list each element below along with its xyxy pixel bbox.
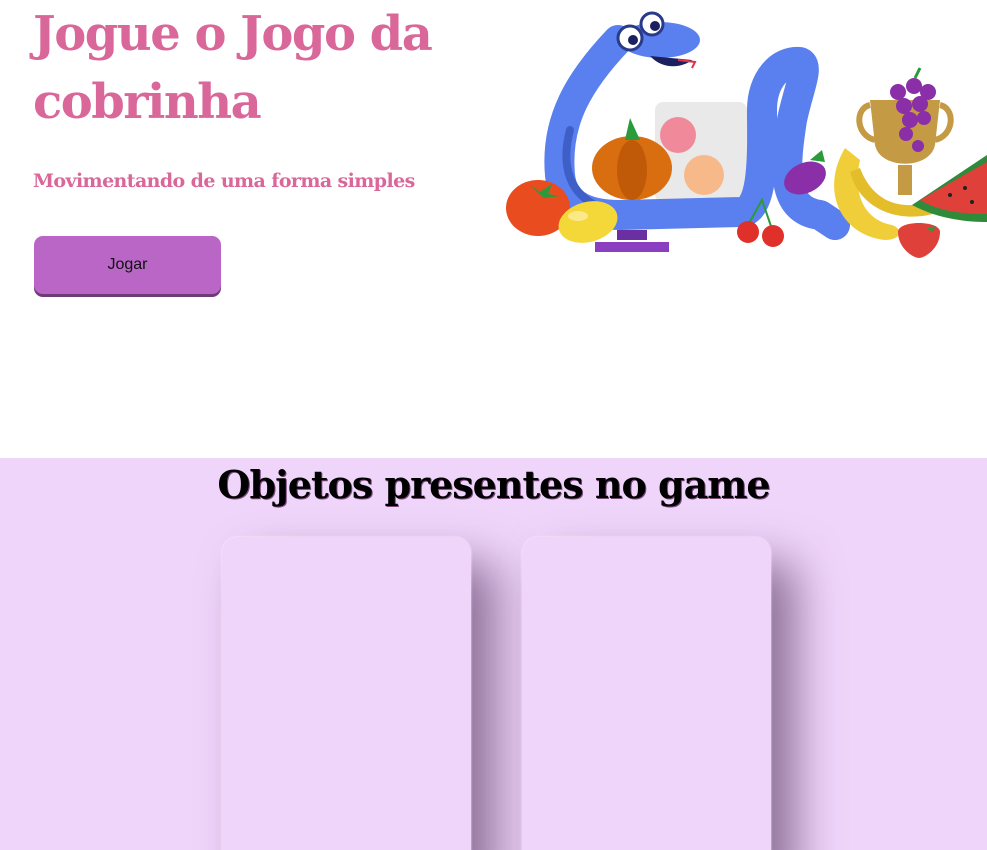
object-card — [222, 537, 471, 850]
snake-head — [616, 11, 700, 69]
hero-subtitle: Movimentando de uma forma simples — [33, 170, 415, 192]
section-title: Objetos presentes no game — [217, 462, 770, 507]
hero-title: Jogue o Jogo da cobrinha — [33, 6, 433, 130]
object-card — [522, 537, 771, 850]
snake-with-fruits-illustration — [506, 11, 987, 258]
strawberry-icon — [898, 222, 940, 258]
hero-section: Jogue o Jogo da cobrinha Movimentando de… — [0, 0, 987, 458]
objects-section: Objetos presentes no game — [0, 458, 987, 850]
play-button[interactable]: Jogar — [34, 236, 221, 294]
